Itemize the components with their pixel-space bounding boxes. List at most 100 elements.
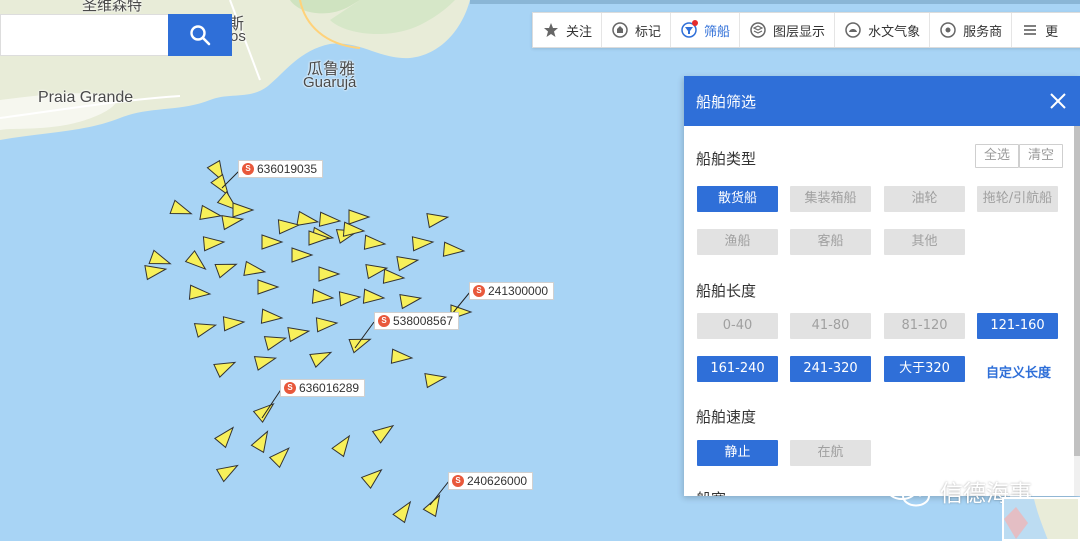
vessel-marker-icon[interactable] (309, 346, 334, 368)
vessel-label[interactable]: S 240626000 (448, 472, 534, 490)
vessel-label[interactable]: S 241300000 (469, 282, 555, 300)
vessel-marker-icon[interactable] (214, 258, 239, 279)
vessel-marker-icon[interactable] (252, 399, 278, 424)
vessel-mmsi: 241300000 (488, 284, 549, 298)
length-option-241-320[interactable]: 241-320 (790, 356, 871, 382)
vessel-label[interactable]: S 636016289 (280, 379, 366, 397)
vessel-marker-icon[interactable] (268, 443, 294, 469)
vessel-marker-icon[interactable] (362, 288, 386, 305)
vessel-marker-icon[interactable] (399, 291, 423, 310)
vessel-marker-icon[interactable] (331, 432, 355, 458)
vessel-marker-icon[interactable] (261, 234, 284, 250)
vessel-marker-icon[interactable] (250, 428, 273, 454)
vessel-marker-icon[interactable] (144, 262, 168, 281)
type-option-container[interactable]: 集装箱船 (790, 186, 871, 212)
vessel-marker-icon[interactable] (257, 279, 280, 295)
vessel-label[interactable]: S 636019035 (238, 160, 324, 178)
vessel-marker-icon[interactable] (263, 331, 288, 351)
vessel-marker-icon[interactable] (232, 202, 255, 218)
search-button[interactable] (168, 14, 232, 56)
vessel-marker-icon[interactable] (360, 465, 386, 490)
vessel-marker-icon[interactable] (287, 324, 311, 343)
clear-button[interactable]: 清空 (1019, 144, 1063, 168)
minimap[interactable] (1002, 497, 1080, 541)
vessel-badge-icon: S (284, 382, 296, 394)
vessel-marker-icon[interactable] (392, 498, 416, 524)
vessel-marker-icon[interactable] (213, 423, 239, 449)
panel-scrollbar[interactable] (1074, 126, 1080, 496)
type-option-bulk[interactable]: 散货船 (697, 186, 778, 212)
vessel-marker-icon[interactable] (318, 211, 342, 228)
vessel-marker-icon[interactable] (363, 234, 387, 251)
vessel-marker-icon[interactable] (296, 210, 320, 229)
search-input[interactable] (0, 14, 168, 56)
vessel-marker-icon[interactable] (396, 253, 420, 272)
vessel-marker-icon[interactable] (371, 420, 397, 444)
notification-dot (692, 20, 699, 26)
speed-option-underway[interactable]: 在航 (790, 440, 871, 466)
length-option-121-160[interactable]: 121-160 (977, 313, 1058, 339)
vessel-marker-icon[interactable] (311, 288, 335, 305)
vessel-marker-icon[interactable] (202, 235, 226, 252)
section-title-beam: 船宽 (696, 488, 726, 496)
select-all-button[interactable]: 全选 (975, 144, 1019, 168)
type-option-tanker[interactable]: 油轮 (884, 186, 965, 212)
vessel-marker-icon[interactable] (426, 210, 450, 229)
type-option-other[interactable]: 其他 (884, 229, 965, 255)
vessel-marker-icon[interactable] (348, 209, 371, 225)
vessel-marker-icon[interactable] (411, 235, 435, 252)
vessel-marker-icon[interactable] (199, 204, 223, 223)
vessel-marker-icon[interactable] (390, 348, 414, 365)
vessel-marker-icon[interactable] (213, 356, 238, 378)
speed-option-stationary[interactable]: 静止 (697, 440, 778, 466)
length-option-161-240[interactable]: 161-240 (697, 356, 778, 382)
custom-length-link[interactable]: 自定义长度 (986, 362, 1051, 381)
vessel-marker-icon[interactable] (260, 308, 284, 325)
tag-icon (611, 21, 629, 39)
vessel-marker-icon[interactable] (184, 249, 210, 275)
vessel-badge-icon: S (378, 315, 390, 327)
layers-icon (749, 21, 767, 39)
vessel-marker-icon[interactable] (342, 221, 366, 238)
vessel-marker-icon[interactable] (348, 333, 373, 354)
toolbar-mark[interactable]: 标记 (602, 13, 672, 47)
vessel-marker-icon[interactable] (243, 260, 267, 279)
vessel-marker-icon[interactable] (382, 268, 406, 285)
vessel-marker-icon[interactable] (422, 492, 445, 518)
vessel-label[interactable]: S 538008567 (374, 312, 460, 330)
vessel-marker-icon[interactable] (315, 316, 339, 333)
vessel-marker-icon[interactable] (253, 351, 278, 371)
toolbar-ship-filter[interactable]: 筛船 (671, 13, 741, 47)
length-option-81-120[interactable]: 81-120 (884, 313, 965, 339)
toolbar-service[interactable]: 服务商 (930, 13, 1013, 47)
vessel-marker-icon[interactable] (318, 266, 341, 282)
vessel-marker-icon[interactable] (338, 290, 362, 307)
vessel-marker-icon[interactable] (215, 459, 241, 483)
length-option-0-40[interactable]: 0-40 (697, 313, 778, 339)
panel-title: 船舶筛选 (696, 92, 757, 111)
vessel-marker-icon[interactable] (291, 247, 314, 263)
toolbar-more[interactable]: 更 (1012, 13, 1067, 47)
toolbar-layers[interactable]: 图层显示 (740, 13, 836, 47)
vessel-badge-icon: S (452, 475, 464, 487)
scrollbar-thumb[interactable] (1074, 126, 1080, 456)
type-option-tug[interactable]: 拖轮/引航船 (977, 186, 1058, 212)
vessel-badge-icon: S (473, 285, 485, 297)
vessel-marker-icon[interactable] (193, 318, 218, 338)
vessel-marker-icon[interactable] (188, 284, 212, 301)
vessel-mmsi: 636016289 (299, 381, 360, 395)
toolbar-weather[interactable]: 水文气象 (835, 13, 931, 47)
vessel-marker-icon[interactable] (442, 241, 466, 258)
vessel-mmsi: 636019035 (257, 162, 318, 176)
vessel-marker-icon[interactable] (424, 370, 448, 389)
panel-body: 船舶类型 全选 清空 散货船 集装箱船 油轮 拖轮/引航船 渔船 客船 其他 船… (684, 126, 1080, 496)
close-icon[interactable] (1048, 91, 1068, 111)
length-option-41-80[interactable]: 41-80 (790, 313, 871, 339)
type-option-fishing[interactable]: 渔船 (697, 229, 778, 255)
toolbar-follow[interactable]: 关注 (533, 13, 603, 47)
length-option-over-320[interactable]: 大于320 (884, 356, 965, 382)
vessel-marker-icon[interactable] (222, 315, 246, 332)
vessel-marker-icon[interactable] (169, 199, 194, 220)
type-option-passenger[interactable]: 客船 (790, 229, 871, 255)
vessel-marker-icon[interactable] (277, 218, 301, 235)
